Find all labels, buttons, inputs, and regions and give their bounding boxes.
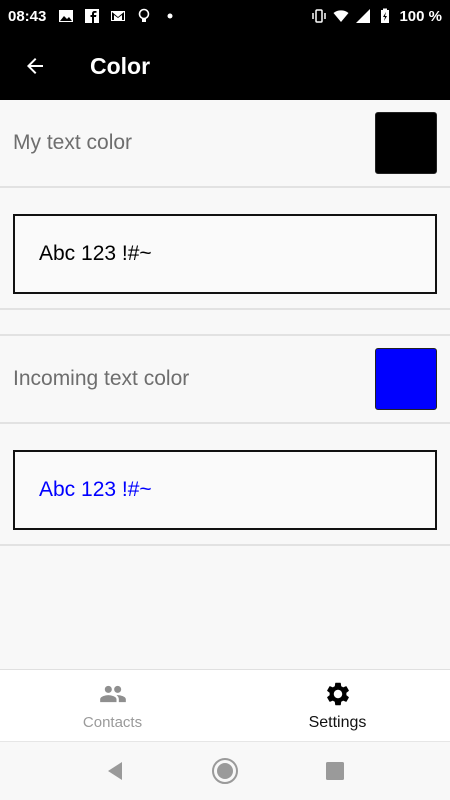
system-recents-button[interactable] <box>280 761 390 781</box>
people-icon <box>99 685 126 703</box>
nav-contacts-label: Contacts <box>82 714 143 731</box>
back-triangle-icon <box>108 762 122 780</box>
page-title: Color <box>90 52 151 79</box>
signal-icon <box>356 9 371 23</box>
incoming-text-preview-section: Abc 123 !#~ <box>0 424 450 546</box>
incoming-text-preview: Abc 123 !#~ <box>13 450 437 530</box>
gear-icon <box>326 682 349 705</box>
incoming-text-color-label: Incoming text color <box>13 367 190 390</box>
my-text-color-swatch[interactable] <box>375 112 437 174</box>
my-text-preview-section: Abc 123 !#~ <box>0 188 450 310</box>
recents-square-icon <box>326 762 344 780</box>
facebook-icon <box>85 9 100 23</box>
status-time: 08:43 <box>8 7 47 25</box>
system-back-button[interactable] <box>60 760 170 782</box>
incoming-text-color-swatch[interactable] <box>375 348 437 410</box>
system-navigation-bar <box>0 741 450 800</box>
my-text-preview: Abc 123 !#~ <box>13 214 437 294</box>
vibrate-icon <box>312 9 327 23</box>
nav-settings-label: Settings <box>308 713 367 731</box>
app-bar: Color <box>0 32 450 100</box>
nav-contacts[interactable]: Contacts <box>0 670 225 741</box>
battery-icon <box>381 8 390 23</box>
battery-percent: 100 % <box>399 7 442 25</box>
dot-icon <box>167 13 173 19</box>
system-status: 100 % <box>311 8 442 25</box>
color-settings: My text color Abc 123 !#~ Incoming text … <box>0 100 450 669</box>
bottom-navigation: Contacts Settings <box>0 669 450 741</box>
lightbulb-icon <box>139 8 150 22</box>
status-bar: 08:43 100 % <box>0 0 450 32</box>
my-text-color-label: My text color <box>13 131 133 154</box>
my-text-color-row[interactable]: My text color <box>0 100 450 188</box>
wifi-icon <box>333 10 349 22</box>
gmail-icon <box>111 11 126 21</box>
incoming-text-color-row[interactable]: Incoming text color <box>0 336 450 424</box>
system-home-button[interactable] <box>170 757 280 785</box>
arrow-back-icon <box>27 58 43 74</box>
image-icon <box>59 10 74 22</box>
nav-settings[interactable]: Settings <box>225 670 450 741</box>
back-button[interactable] <box>0 32 70 100</box>
divider <box>0 310 450 336</box>
home-circle-icon <box>212 758 238 784</box>
notification-icons <box>58 8 178 24</box>
